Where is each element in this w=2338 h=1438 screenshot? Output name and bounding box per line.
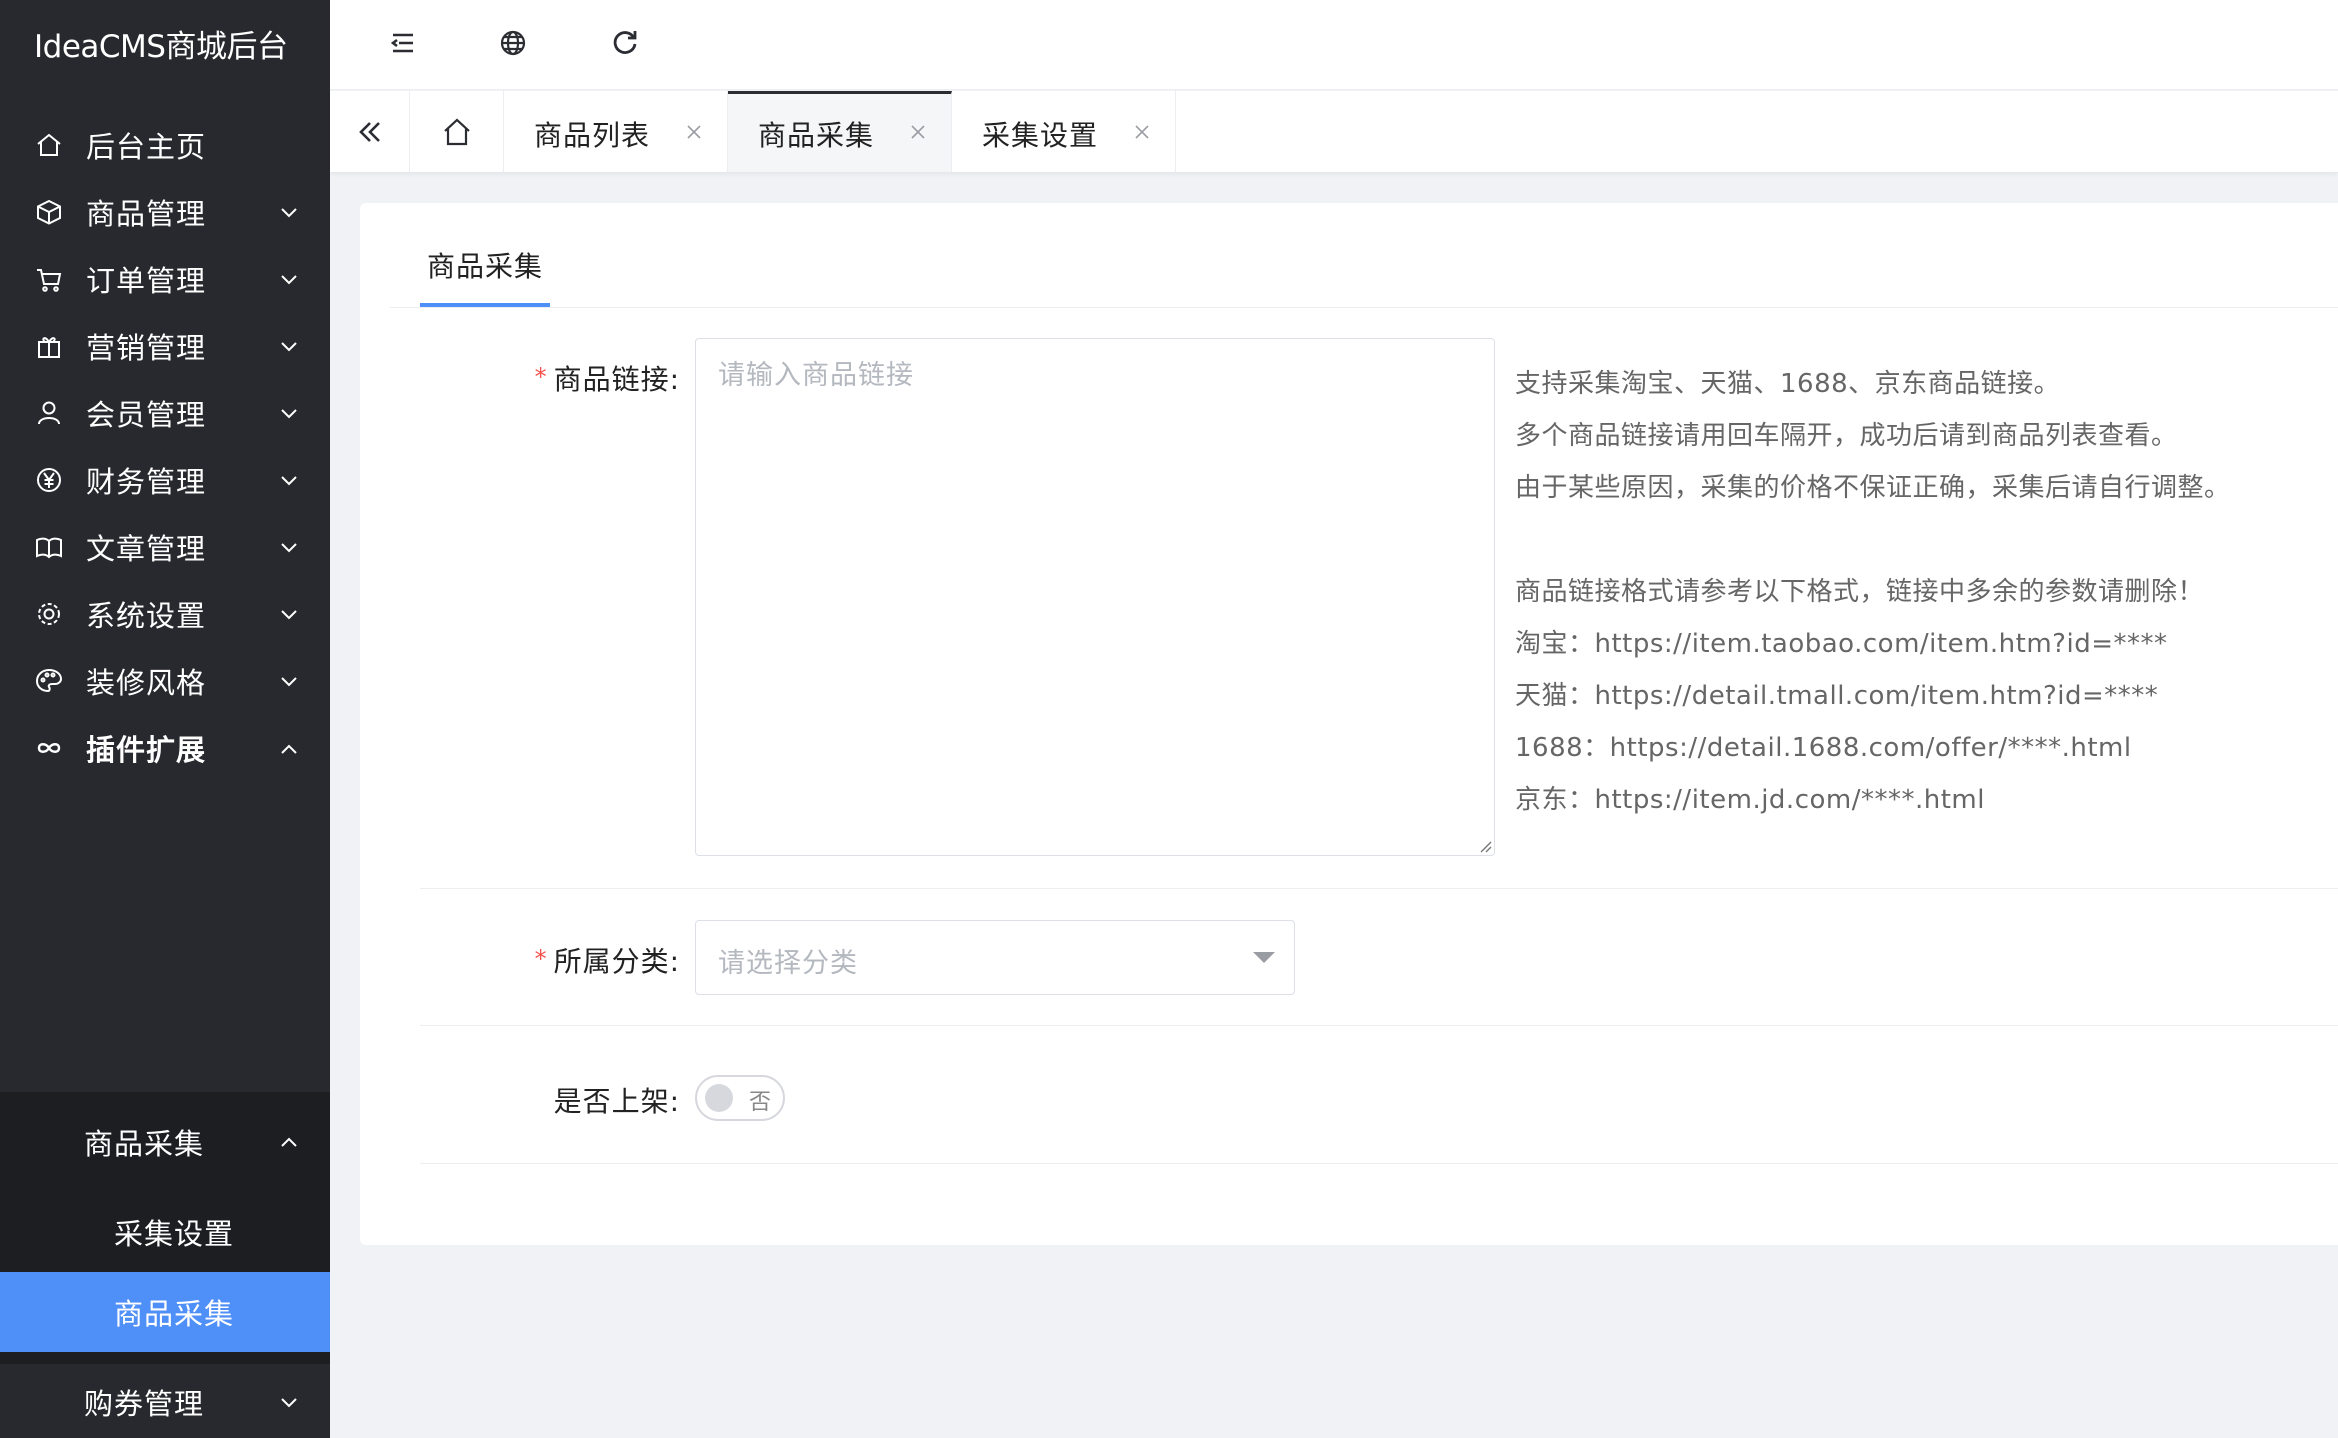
sidebar-item-label: 后台主页 (86, 130, 207, 164)
sidebar-item-label: 商品管理 (86, 197, 207, 231)
tab-label: 商品列表 (534, 119, 651, 152)
submenu-item-collect-settings[interactable]: 采集设置 (0, 1192, 330, 1272)
tab-label: 商品采集 (758, 119, 875, 152)
close-icon[interactable] (685, 123, 703, 141)
sidebar-item-coupons[interactable]: 购券管理 (0, 1352, 330, 1438)
app-logo-title[interactable]: IdeaCMS商城后台 (0, 0, 330, 86)
help-line (1515, 514, 2231, 566)
close-icon[interactable] (1133, 123, 1151, 141)
toggle-knob (705, 1084, 733, 1112)
sidebar-item-label: 文章管理 (86, 532, 207, 566)
sidebar-item-label: 财务管理 (86, 465, 207, 499)
collect-card: 商品采集 * 商品链接: 请输入商品链接 支持采集淘宝、天猫、1688、京东商品链… (360, 203, 2338, 1245)
sidebar-item-label: 购券管理 (84, 1387, 205, 1421)
submenu-item-label: 商品采集 (114, 1297, 235, 1331)
globe-icon[interactable] (494, 24, 532, 62)
on-shelf-label: 是否上架: (553, 1085, 680, 1118)
submenu-group-collect[interactable]: 商品采集 (0, 1092, 330, 1192)
link-textarea[interactable]: 请输入商品链接 (695, 338, 1495, 856)
yen-icon (34, 465, 64, 495)
chevron-down-icon (278, 537, 300, 559)
form-row-divider (420, 888, 2338, 889)
toggle-state-text: 否 (749, 1090, 772, 1115)
home-icon (34, 130, 64, 160)
chevron-down-icon (278, 470, 300, 492)
gear-icon (34, 599, 64, 629)
user-icon (34, 398, 64, 428)
link-placeholder: 请输入商品链接 (718, 360, 914, 391)
sidebar-item-label: 装修风格 (86, 666, 207, 700)
chevron-up-icon (278, 1131, 300, 1153)
help-line: 支持采集淘宝、天猫、1688、京东商品链接。 (1515, 369, 2061, 399)
chevron-down-icon (278, 604, 300, 626)
help-line: 淘宝：https://item.taobao.com/item.htm?id=*… (1515, 629, 2168, 659)
double-chevron-left-icon (354, 116, 386, 148)
category-select[interactable]: 请选择分类 (695, 920, 1295, 995)
sidebar-item-label: 营销管理 (86, 331, 207, 365)
chevron-down-icon (278, 1392, 300, 1414)
help-line: 京东：https://item.jd.com/****.html (1515, 785, 1985, 815)
home-icon (440, 115, 474, 149)
chevron-down-icon (278, 403, 300, 425)
sidebar-item-label: 会员管理 (86, 398, 207, 432)
menu-fold-icon[interactable] (384, 24, 422, 62)
tab-goods-collect[interactable]: 商品采集 (728, 91, 952, 172)
link-label: * 商品链接: (360, 358, 680, 398)
tab-goods-list[interactable]: 商品列表 (504, 91, 728, 172)
chevron-down-icon (278, 671, 300, 693)
chevron-down-icon (278, 202, 300, 224)
submenu-item-label: 采集设置 (114, 1217, 235, 1251)
form-row-divider (420, 1163, 2338, 1164)
help-line: 1688：https://detail.1688.com/offer/****.… (1515, 733, 2132, 763)
link-help-text: 支持采集淘宝、天猫、1688、京东商品链接。 多个商品链接请用回车隔开，成功后请… (1515, 358, 2231, 826)
submenu-item-goods-collect[interactable]: 商品采集 (0, 1272, 330, 1352)
tabs-bar: 商品列表 商品采集 采集设置 (330, 91, 2338, 173)
form-row-divider (420, 1025, 2338, 1026)
category-label: * 所属分类: (360, 940, 680, 980)
sidebar: IdeaCMS商城后台 后台主页 商品管理 订单管理 营销管理 会员管理 财务管… (0, 0, 330, 1438)
sidebar-item-label: 系统设置 (86, 599, 207, 633)
book-icon (34, 532, 64, 562)
sidebar-item-plugins[interactable]: 插件扩展 (0, 698, 330, 798)
help-line: 多个商品链接请用回车隔开，成功后请到商品列表查看。 (1515, 421, 2178, 451)
tab-home[interactable] (410, 91, 504, 172)
refresh-icon[interactable] (606, 24, 644, 62)
link-label-text: 商品链接: (553, 363, 680, 396)
cart-icon (34, 264, 64, 294)
box-icon (34, 197, 64, 227)
top-toolbar (330, 0, 2338, 90)
tab-label: 采集设置 (982, 119, 1099, 152)
help-line: 由于某些原因，采集的价格不保证正确，采集后请自行调整。 (1515, 473, 2231, 503)
on-shelf-toggle[interactable]: 否 (695, 1075, 785, 1121)
submenu-group-label: 商品采集 (84, 1127, 205, 1161)
chevron-up-icon (278, 738, 300, 760)
chevron-down-icon (278, 336, 300, 358)
gift-icon (34, 331, 64, 361)
required-mark: * (534, 363, 548, 391)
category-placeholder: 请选择分类 (718, 948, 858, 979)
close-icon[interactable] (909, 123, 927, 141)
category-label-text: 所属分类: (553, 945, 680, 978)
card-tab-goods-collect[interactable]: 商品采集 (420, 245, 550, 285)
caret-down-icon (1252, 951, 1276, 965)
palette-icon (34, 666, 64, 696)
sidebar-item-label: 订单管理 (86, 264, 207, 298)
resize-grip-icon[interactable] (1476, 837, 1492, 853)
required-mark: * (534, 945, 548, 973)
help-line: 天猫：https://detail.tmall.com/item.htm?id=… (1515, 681, 2159, 711)
sidebar-item-label: 插件扩展 (86, 733, 207, 767)
infinity-icon (34, 733, 64, 763)
chevron-down-icon (278, 269, 300, 291)
tabs-collapse-button[interactable] (330, 91, 410, 172)
tab-collect-settings[interactable]: 采集设置 (952, 91, 1176, 172)
card-tab-divider (390, 307, 2338, 308)
help-line: 商品链接格式请参考以下格式，链接中多余的参数请删除！ (1515, 577, 2205, 607)
